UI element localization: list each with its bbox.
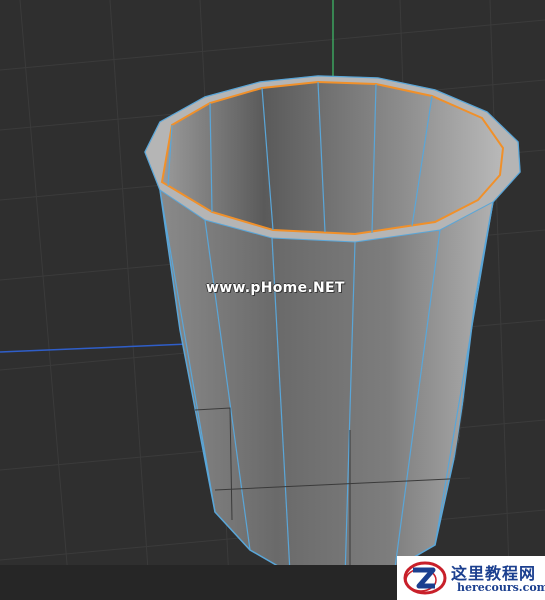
3d-viewport[interactable]: www.pHome.NET 这里教程网 herecours.com (0, 0, 545, 600)
cup-model[interactable] (144, 75, 521, 579)
viewport-scene[interactable] (0, 0, 545, 600)
site-logo-url: herecours.com (457, 581, 545, 594)
watermark-text: www.pHome.NET (206, 280, 345, 296)
site-logo-icon (403, 561, 447, 595)
site-logo: 这里教程网 herecours.com (397, 556, 545, 600)
